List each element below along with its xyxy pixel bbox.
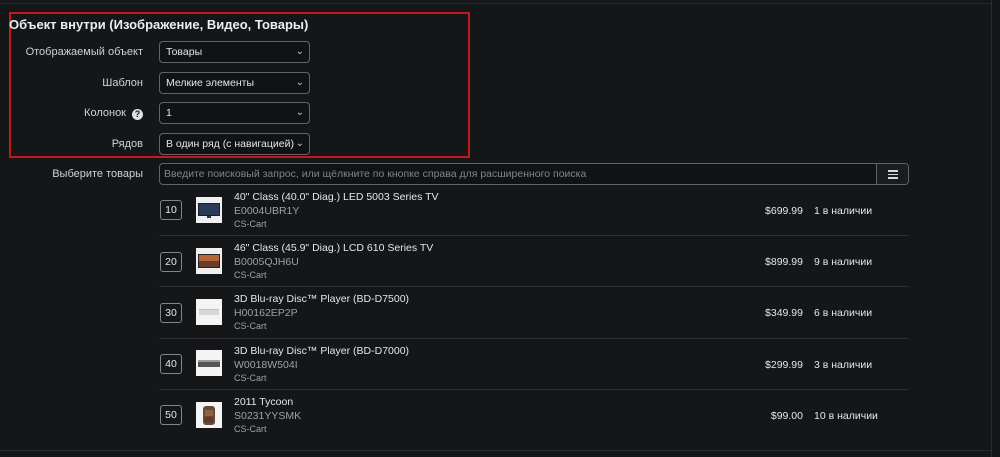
product-vendor: CS-Cart <box>234 424 267 434</box>
product-name[interactable]: 3D Blu-ray Disc™ Player (BD-D7500) <box>234 293 409 305</box>
rows-select[interactable]: В один ряд (с навигацией) ⌄ <box>159 133 310 155</box>
product-row: 30 3D Blu-ray Disc™ Player (BD-D7500) H0… <box>159 287 909 339</box>
display-object-label: Отображаемый объект <box>25 46 143 58</box>
product-stock: 3 в наличии <box>814 359 873 371</box>
chevron-down-icon: ⌄ <box>295 138 304 149</box>
product-price: $349.99 <box>765 307 803 319</box>
position-input[interactable]: 20 <box>160 252 182 272</box>
hamburger-icon <box>888 170 898 172</box>
columns-label: Колонок <box>84 107 126 119</box>
blu-ray-player-icon <box>198 360 220 367</box>
hamburger-icon-line <box>888 177 898 179</box>
product-code: B0005QJH6U <box>234 256 299 268</box>
product-name[interactable]: 40" Class (40.0" Diag.) LED 5003 Series … <box>234 191 439 203</box>
product-thumbnail <box>196 350 222 376</box>
product-price: $99.00 <box>770 410 803 422</box>
product-code: E0004UBR1Y <box>234 205 300 217</box>
backpack-icon <box>203 406 215 425</box>
columns-select[interactable]: 1 ⌄ <box>159 102 310 124</box>
product-search-input[interactable] <box>160 164 876 184</box>
help-icon[interactable]: ? <box>132 109 143 120</box>
blu-ray-player-icon <box>199 309 219 315</box>
tv-icon <box>198 203 220 218</box>
template-value: Мелкие элементы <box>166 77 255 89</box>
tv-icon <box>198 254 220 268</box>
columns-value: 1 <box>166 107 172 119</box>
product-code: S0231YYSMK <box>234 410 302 422</box>
product-stock: 9 в наличии <box>814 256 873 268</box>
product-vendor: CS-Cart <box>234 373 267 383</box>
product-thumbnail <box>196 299 222 325</box>
product-thumbnail <box>196 197 222 223</box>
product-name[interactable]: 3D Blu-ray Disc™ Player (BD-D7000) <box>234 345 409 357</box>
product-stock: 1 в наличии <box>814 205 873 217</box>
bottom-divider <box>0 450 991 451</box>
template-label: Шаблон <box>102 77 143 89</box>
product-stock: 6 в наличии <box>814 307 873 319</box>
display-object-select[interactable]: Товары ⌄ <box>159 41 310 63</box>
product-search-box <box>159 163 909 185</box>
product-price: $299.99 <box>765 359 803 371</box>
position-input[interactable]: 40 <box>160 354 182 374</box>
product-code: W0018W504I <box>234 359 298 371</box>
product-vendor: CS-Cart <box>234 321 267 331</box>
rows-value: В один ряд (с навигацией) <box>166 138 294 150</box>
product-row: 40 3D Blu-ray Disc™ Player (BD-D7000) W0… <box>159 338 909 390</box>
product-row: 20 46" Class (45.9" Diag.) LCD 610 Serie… <box>159 236 909 288</box>
product-price: $899.99 <box>765 256 803 268</box>
rows-label: Рядов <box>111 138 143 150</box>
product-stock: 10 в наличии <box>814 410 878 422</box>
product-name[interactable]: 46" Class (45.9" Diag.) LCD 610 Series T… <box>234 242 433 254</box>
product-vendor: CS-Cart <box>234 219 267 229</box>
product-name[interactable]: 2011 Tycoon <box>234 396 293 408</box>
product-row: 10 40" Class (40.0" Diag.) LED 5003 Seri… <box>159 184 909 236</box>
section-title: Объект внутри (Изображение, Видео, Товар… <box>9 17 309 32</box>
product-price: $699.99 <box>765 205 803 217</box>
columns-label-wrap: Колонок? <box>0 107 143 120</box>
chevron-down-icon: ⌄ <box>295 46 304 57</box>
chevron-down-icon: ⌄ <box>295 77 304 88</box>
chevron-down-icon: ⌄ <box>295 107 304 118</box>
right-divider <box>991 0 992 457</box>
product-code: H00162EP2P <box>234 307 298 319</box>
hamburger-icon-line <box>888 173 898 175</box>
position-input[interactable]: 30 <box>160 303 182 323</box>
top-divider <box>0 3 992 4</box>
advanced-search-button[interactable] <box>876 164 908 184</box>
product-thumbnail <box>196 248 222 274</box>
position-input[interactable]: 10 <box>160 200 182 220</box>
product-thumbnail <box>196 402 222 428</box>
position-input[interactable]: 50 <box>160 405 182 425</box>
product-vendor: CS-Cart <box>234 270 267 280</box>
product-picker-label: Выберите товары <box>52 168 143 180</box>
template-select[interactable]: Мелкие элементы ⌄ <box>159 72 310 94</box>
display-object-value: Товары <box>166 46 203 58</box>
product-row: 50 2011 Tycoon S0231YYSMK CS-Cart $99.00… <box>159 390 909 442</box>
